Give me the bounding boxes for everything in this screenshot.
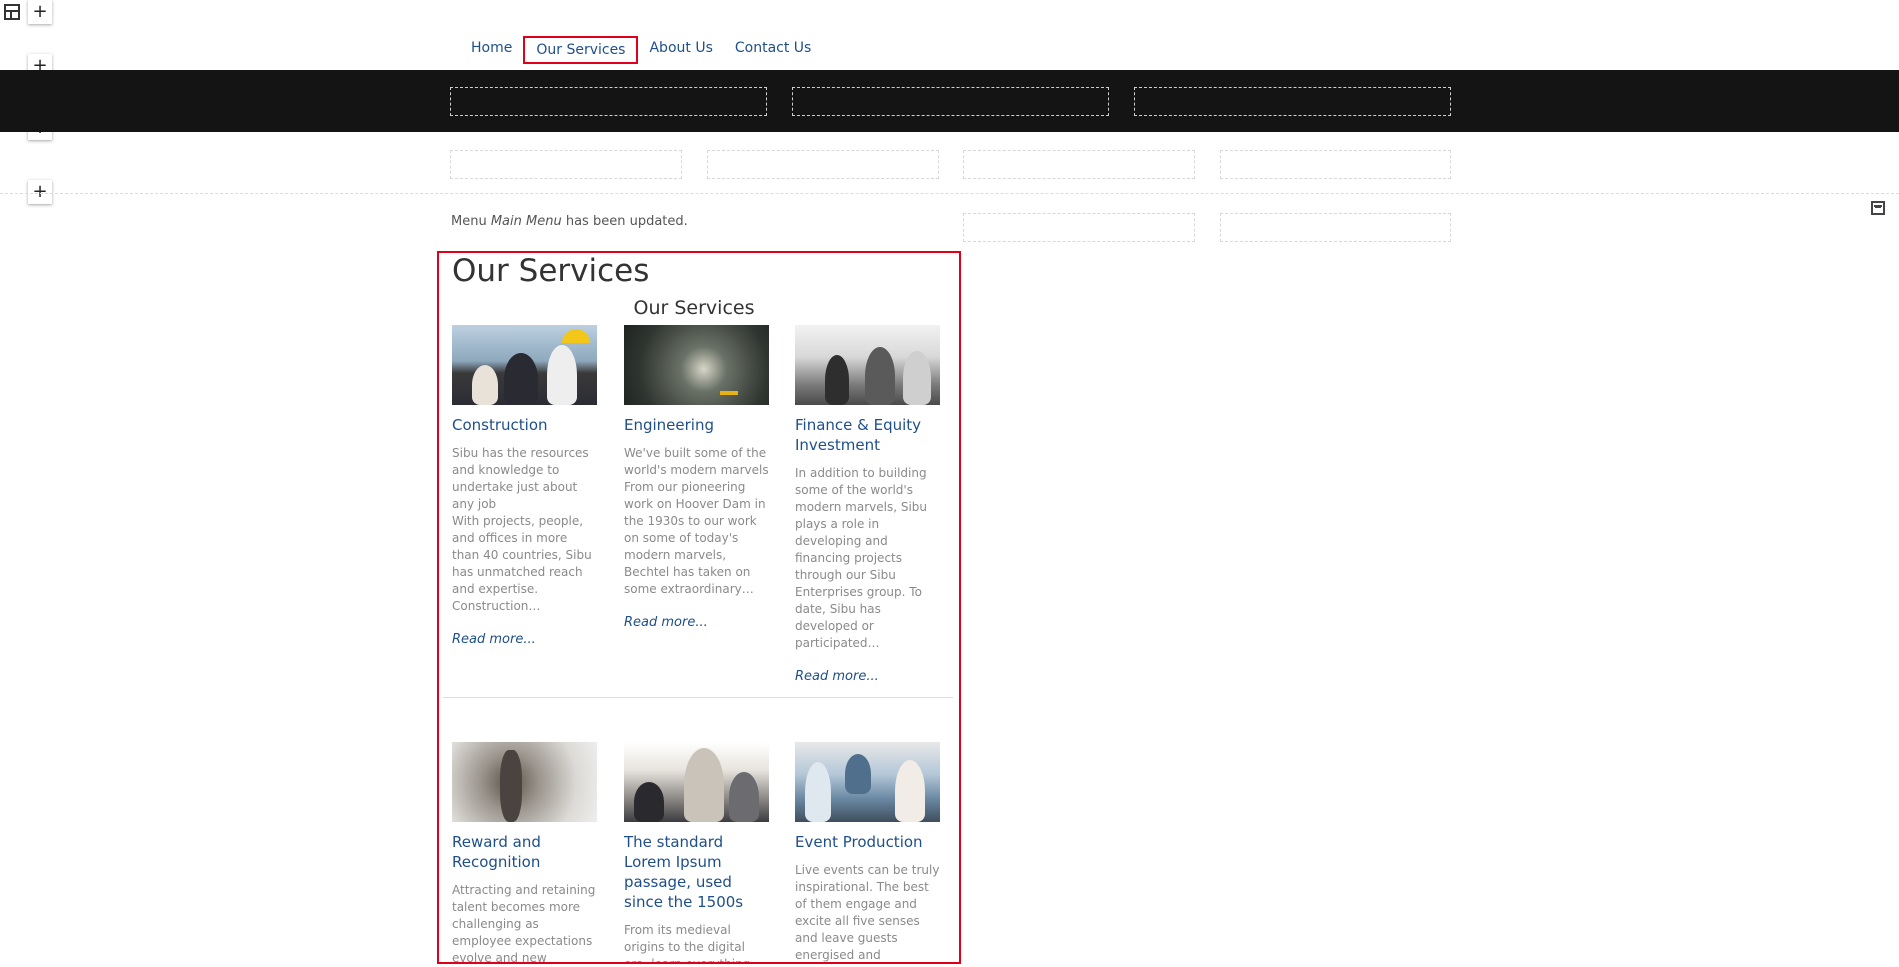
service-image-reward[interactable] [452, 742, 597, 822]
status-suffix: has been updated. [565, 214, 688, 229]
service-image-lorem[interactable] [624, 742, 769, 822]
widget-placeholder[interactable] [963, 213, 1195, 242]
service-card: Reward and Recognition Attracting and re… [452, 742, 597, 964]
row-separator [443, 697, 953, 698]
layout-toggle-button[interactable] [0, 0, 24, 24]
widget-placeholder[interactable] [792, 87, 1109, 116]
add-section-button-1[interactable]: + [28, 0, 52, 24]
widget-placeholder[interactable] [707, 150, 939, 179]
service-title[interactable]: The standard Lorem Ipsum passage, used s… [624, 832, 769, 912]
service-card: Finance & Equity Investment In addition … [795, 325, 940, 684]
service-card: The standard Lorem Ipsum passage, used s… [624, 742, 769, 964]
service-image-event[interactable] [795, 742, 940, 822]
service-title[interactable]: Construction [452, 415, 597, 435]
service-card: Engineering We've built some of the worl… [624, 325, 769, 630]
status-prefix: Menu [451, 214, 487, 229]
service-excerpt: We've built some of the world's modern m… [624, 446, 769, 596]
page-title: Our Services [452, 253, 650, 289]
nav-item-home[interactable]: Home [460, 36, 523, 64]
section-divider [0, 193, 1899, 194]
main-nav: Home Our Services About Us Contact Us [460, 36, 822, 64]
add-section-button-4[interactable]: + [28, 180, 52, 204]
widget-placeholder[interactable] [963, 150, 1195, 179]
read-more-link[interactable]: Read more... [452, 632, 597, 647]
service-title[interactable]: Reward and Recognition [452, 832, 597, 872]
service-title[interactable]: Finance & Equity Investment [795, 415, 940, 455]
service-excerpt: Attracting and retaining talent becomes … [452, 883, 596, 964]
status-message: Menu Main Menu has been updated. [451, 214, 688, 229]
widget-icon[interactable] [1871, 201, 1885, 215]
service-title[interactable]: Event Production [795, 832, 940, 852]
nav-item-contact-us[interactable]: Contact Us [724, 36, 822, 64]
widget-placeholder[interactable] [450, 87, 767, 116]
services-content: Our Services Our Services Construction S… [437, 251, 961, 964]
nav-item-about-us[interactable]: About Us [638, 36, 723, 64]
service-excerpt: Sibu has the resources and knowledge to … [452, 446, 592, 613]
service-image-finance[interactable] [795, 325, 940, 405]
service-image-construction[interactable] [452, 325, 597, 405]
status-menu-name: Main Menu [490, 214, 562, 229]
widget-placeholder[interactable] [1134, 87, 1451, 116]
section-subtitle: Our Services [633, 297, 755, 319]
service-excerpt: In addition to building some of the worl… [795, 466, 928, 650]
layout-icon [4, 4, 20, 20]
widget-placeholder[interactable] [450, 150, 682, 179]
service-excerpt: From its medieval origins to the digital… [624, 923, 751, 964]
service-card: Construction Sibu has the resources and … [452, 325, 597, 647]
service-image-engineering[interactable] [624, 325, 769, 405]
widget-placeholder[interactable] [1220, 213, 1451, 242]
service-card: Event Production Live events can be trul… [795, 742, 940, 962]
read-more-link[interactable]: Read more... [624, 615, 769, 630]
service-excerpt: Live events can be truly inspirational. … [795, 863, 940, 962]
read-more-link[interactable]: Read more... [795, 669, 940, 684]
nav-item-our-services[interactable]: Our Services [523, 36, 639, 64]
widget-placeholder[interactable] [1220, 150, 1451, 179]
service-title[interactable]: Engineering [624, 415, 769, 435]
